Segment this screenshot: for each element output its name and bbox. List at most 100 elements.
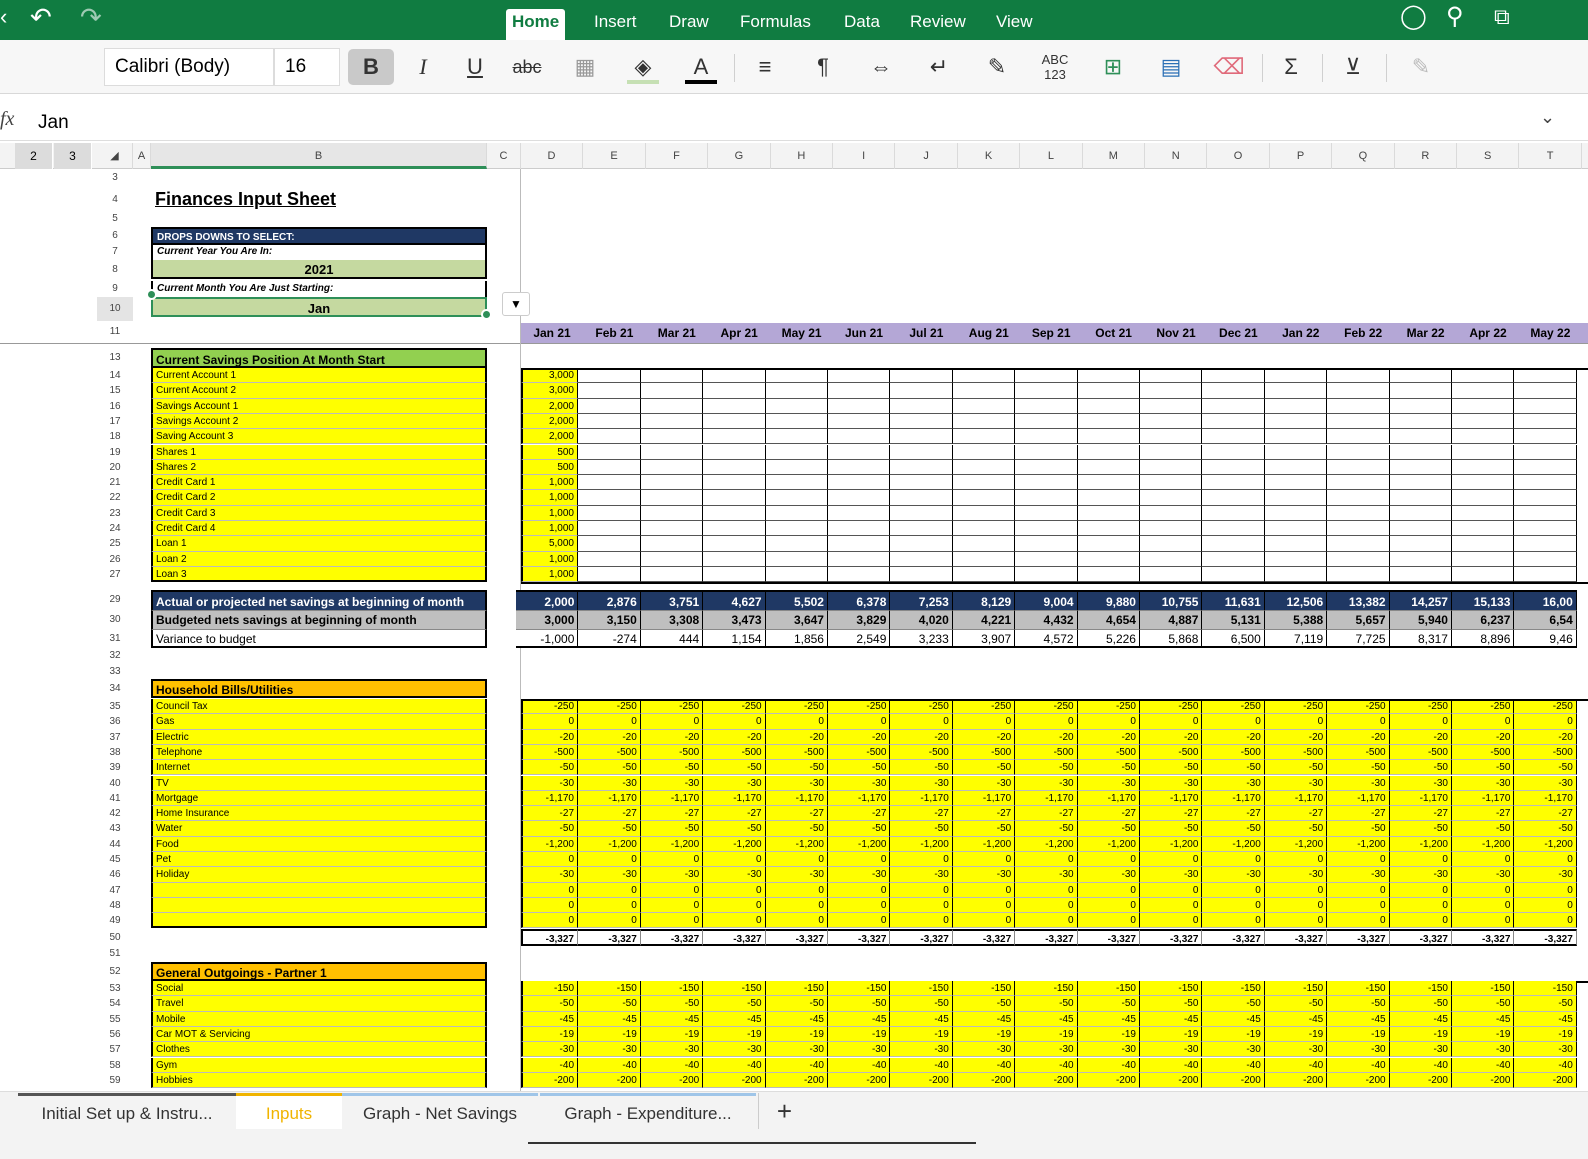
cell-styles-icon[interactable]: ✎: [974, 49, 1020, 85]
row-number[interactable]: 44: [97, 837, 133, 852]
bill-value[interactable]: -30: [1452, 775, 1515, 791]
bill-value[interactable]: -27: [765, 806, 828, 822]
outgoing-value[interactable]: -45: [1327, 1011, 1390, 1027]
bill-value[interactable]: -30: [828, 867, 891, 883]
savings-empty-cell[interactable]: [765, 398, 828, 414]
bill-value[interactable]: 0: [1389, 882, 1452, 898]
search-icon[interactable]: ⚲: [1446, 0, 1464, 34]
savings-empty-cell[interactable]: [578, 566, 641, 583]
savings-empty-cell[interactable]: [828, 383, 891, 399]
outgoing-value[interactable]: -45: [1514, 1011, 1577, 1027]
savings-empty-cell[interactable]: [1452, 521, 1515, 537]
column-c[interactable]: C: [487, 143, 521, 169]
bill-value[interactable]: -1,200: [640, 836, 704, 852]
bill-value[interactable]: -27: [578, 806, 641, 822]
bill-value[interactable]: 0: [1389, 714, 1452, 730]
savings-empty-cell[interactable]: [1077, 383, 1140, 399]
bill-value[interactable]: -250: [703, 699, 766, 715]
row-number[interactable]: 35: [97, 699, 133, 714]
summary-value[interactable]: 5,131: [1202, 610, 1265, 629]
savings-empty-cell[interactable]: [1514, 368, 1577, 384]
savings-empty-cell[interactable]: [1327, 368, 1390, 384]
savings-empty-cell[interactable]: [890, 398, 953, 414]
bill-value[interactable]: 0: [1264, 852, 1328, 868]
bill-value[interactable]: -500: [828, 744, 891, 761]
savings-empty-cell[interactable]: [640, 490, 704, 506]
bill-value[interactable]: 0: [828, 852, 891, 868]
summary-value[interactable]: 7,725: [1327, 629, 1390, 648]
savings-empty-cell[interactable]: [1264, 536, 1328, 552]
outgoing-value[interactable]: -19: [1077, 1026, 1140, 1043]
savings-empty-cell[interactable]: [1077, 490, 1140, 506]
row-number[interactable]: 59: [97, 1073, 133, 1088]
summary-value[interactable]: 3,150: [578, 610, 641, 629]
bill-value[interactable]: -30: [703, 867, 766, 883]
bill-value[interactable]: -30: [952, 867, 1016, 883]
summary-value[interactable]: -274: [578, 629, 641, 648]
bill-value[interactable]: 0: [765, 913, 828, 929]
bill-value[interactable]: -30: [765, 775, 828, 791]
savings-item-value[interactable]: 1,000: [521, 551, 578, 567]
row-number[interactable]: 13: [97, 348, 133, 368]
formula-input[interactable]: Jan: [38, 112, 69, 134]
font-color-icon[interactable]: A: [678, 49, 724, 85]
select-all-corner[interactable]: ◢: [97, 143, 133, 169]
savings-empty-cell[interactable]: [578, 398, 641, 414]
bill-value[interactable]: -1,170: [1452, 790, 1515, 807]
outgoing-value[interactable]: -150: [765, 981, 828, 997]
bill-value[interactable]: 0: [1015, 714, 1078, 730]
savings-empty-cell[interactable]: [1389, 413, 1452, 430]
bill-value[interactable]: 0: [890, 913, 953, 929]
bill-value[interactable]: -1,200: [890, 836, 953, 852]
sheet-tab[interactable]: Graph - Net Savings: [342, 1093, 538, 1129]
bill-value[interactable]: -27: [1327, 806, 1390, 822]
summary-value[interactable]: 5,940: [1389, 610, 1452, 629]
bill-value[interactable]: -27: [1077, 806, 1140, 822]
column-g[interactable]: G: [708, 143, 771, 169]
outgoing-value[interactable]: -50: [1015, 996, 1078, 1012]
savings-empty-cell[interactable]: [1389, 505, 1452, 521]
savings-empty-cell[interactable]: [1452, 536, 1515, 552]
tab-view[interactable]: View: [996, 9, 1033, 40]
outgoing-value[interactable]: -30: [1077, 1042, 1140, 1058]
outgoing-value[interactable]: -45: [1140, 1011, 1203, 1027]
outgoing-value[interactable]: -30: [765, 1042, 828, 1058]
outgoing-value[interactable]: -40: [1140, 1057, 1203, 1073]
outgoing-value[interactable]: -30: [703, 1042, 766, 1058]
outgoing-value[interactable]: -40: [952, 1057, 1016, 1073]
savings-empty-cell[interactable]: [1389, 475, 1452, 491]
bill-value[interactable]: -30: [1140, 775, 1203, 791]
bill-value[interactable]: -27: [952, 806, 1016, 822]
savings-empty-cell[interactable]: [1389, 383, 1452, 399]
column-r[interactable]: R: [1395, 143, 1457, 169]
bill-value[interactable]: -1,170: [1389, 790, 1452, 807]
savings-empty-cell[interactable]: [1140, 490, 1203, 506]
bill-value[interactable]: -250: [828, 699, 891, 715]
outgoing-value[interactable]: -200: [1077, 1072, 1140, 1089]
bill-value[interactable]: 0: [1077, 882, 1140, 898]
savings-empty-cell[interactable]: [1140, 429, 1203, 445]
row-number[interactable]: 48: [97, 898, 133, 913]
bill-value[interactable]: -20: [765, 729, 828, 745]
bill-value[interactable]: -50: [1264, 821, 1328, 837]
bill-value[interactable]: -1,200: [828, 836, 891, 852]
savings-empty-cell[interactable]: [1202, 413, 1265, 430]
bill-value[interactable]: -250: [640, 699, 704, 715]
savings-empty-cell[interactable]: [1015, 566, 1078, 583]
outline-level-2[interactable]: 2: [15, 143, 53, 169]
row-number[interactable]: 51: [97, 946, 133, 962]
summary-value[interactable]: 13,382: [1327, 590, 1390, 610]
bill-value[interactable]: -500: [703, 744, 766, 761]
bill-value[interactable]: -1,170: [765, 790, 828, 807]
outgoing-value[interactable]: -30: [890, 1042, 953, 1058]
bill-value[interactable]: -30: [1202, 867, 1265, 883]
outgoing-value[interactable]: -150: [828, 981, 891, 997]
summary-value[interactable]: 6,54: [1514, 610, 1577, 629]
bill-value[interactable]: 0: [1015, 913, 1078, 929]
savings-empty-cell[interactable]: [1327, 383, 1390, 399]
bill-value[interactable]: -30: [1389, 775, 1452, 791]
outgoing-value[interactable]: -150: [578, 981, 641, 997]
bill-value[interactable]: -27: [828, 806, 891, 822]
savings-empty-cell[interactable]: [578, 444, 641, 460]
bill-value[interactable]: -30: [1077, 775, 1140, 791]
